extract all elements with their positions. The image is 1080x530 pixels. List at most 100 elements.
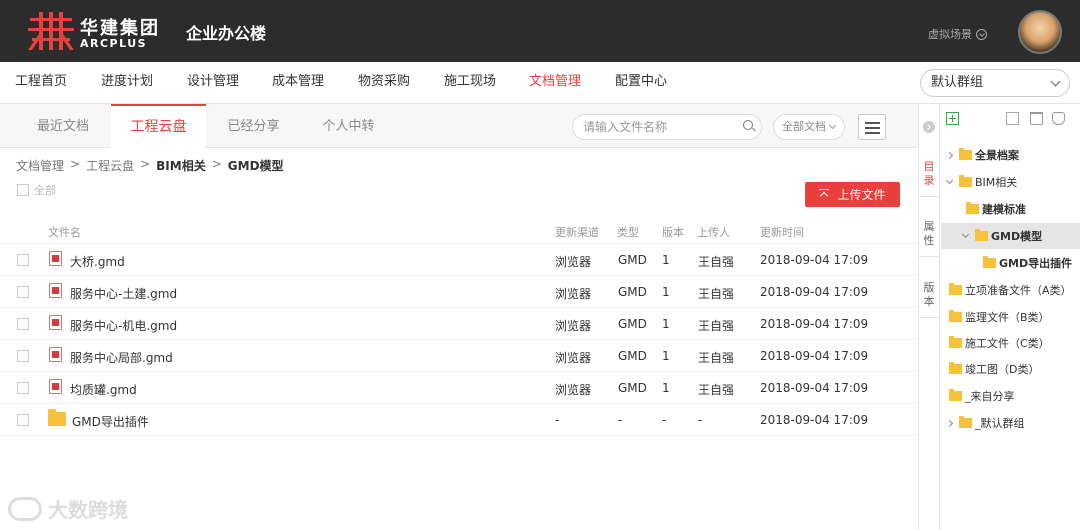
folder-icon	[949, 362, 962, 374]
file-icon	[49, 251, 62, 266]
document-filter-select[interactable]: 全部文档	[773, 114, 845, 140]
row-checkbox[interactable]	[17, 350, 29, 362]
file-icon	[49, 379, 62, 394]
breadcrumb-item[interactable]: BIM相关	[156, 157, 206, 174]
list-icon	[865, 122, 880, 124]
chevron-right-icon[interactable]	[945, 419, 954, 427]
collapse-panel-icon[interactable]	[923, 121, 935, 133]
file-type: GMD	[618, 317, 647, 331]
tab-cloud-drive[interactable]: 工程云盘	[111, 104, 206, 149]
tree-node[interactable]: 全景档案	[945, 142, 1019, 168]
folder-name[interactable]: GMD导出插件	[72, 413, 149, 430]
table-row[interactable]: 大桥.gmd 浏览器 GMD 1 王自强 2018-09-04 17:09	[0, 244, 918, 276]
file-table-header: 文件名 更新渠道 类型 版本 上传人 更新时间	[0, 216, 918, 244]
select-all[interactable]: 全部	[17, 182, 56, 198]
side-tab-directory[interactable]: 目录	[919, 152, 939, 197]
file-name[interactable]: 服务中心-机电.gmd	[70, 317, 177, 334]
nav-item-procurement[interactable]: 物资采购	[358, 62, 410, 104]
tree-node[interactable]: 竣工图（D类）	[949, 356, 1039, 382]
folder-icon	[975, 229, 988, 241]
file-version: 1	[662, 317, 670, 331]
tree-node[interactable]: BIM相关	[945, 169, 1017, 195]
row-checkbox[interactable]	[17, 382, 29, 394]
arcplus-logo-icon	[28, 12, 74, 50]
column-header-version: 版本	[662, 226, 684, 239]
update-time: 2018-09-04 17:09	[760, 285, 869, 299]
nav-item-cost[interactable]: 成本管理	[272, 62, 324, 104]
tree-node[interactable]: 监理文件（B类）	[949, 304, 1050, 330]
nav-item-config[interactable]: 配置中心	[615, 62, 667, 104]
main-nav: 工程首页 进度计划 设计管理 成本管理 物资采购 施工现场 文档管理 配置中心	[0, 62, 1080, 104]
uploader: 王自强	[698, 383, 735, 397]
tree-node-label: _来自分享	[965, 390, 1015, 403]
file-icon	[49, 347, 62, 362]
table-row[interactable]: GMD导出插件 - - - - 2018-09-04 17:09	[0, 404, 918, 436]
add-folder-icon[interactable]	[946, 112, 959, 125]
tree-node-label: 全景档案	[975, 149, 1019, 162]
search-icon[interactable]	[743, 120, 753, 130]
folder-icon	[966, 202, 979, 214]
row-checkbox[interactable]	[17, 254, 29, 266]
file-type: GMD	[618, 253, 647, 267]
user-avatar[interactable]	[1018, 10, 1062, 54]
tree-node[interactable]: _默认群组	[945, 410, 1025, 436]
permission-shield-icon[interactable]	[1052, 112, 1065, 125]
group-select[interactable]: 默认群组	[920, 69, 1070, 97]
tree-node-label: 竣工图（D类）	[965, 363, 1040, 376]
update-channel: 浏览器	[555, 287, 592, 301]
breadcrumb-item[interactable]: 工程云盘	[86, 157, 134, 174]
tree-node[interactable]: 建模标准	[966, 196, 1026, 222]
folder-icon	[959, 416, 972, 428]
uploader: 王自强	[698, 287, 735, 301]
chevron-right-icon[interactable]	[945, 151, 954, 159]
folder-icon	[949, 389, 962, 401]
brand-name-en: ARCPLUS	[80, 37, 148, 50]
edit-icon[interactable]	[1006, 112, 1019, 125]
top-bar: 华建集团 ARCPLUS 企业办公楼 虚拟场景	[0, 0, 1080, 62]
upload-file-button[interactable]: 上传文件	[805, 182, 900, 207]
tree-node[interactable]: 立项准备文件（A类）	[949, 277, 1072, 303]
tree-node[interactable]: 施工文件（C类）	[949, 330, 1050, 356]
chevron-down-icon[interactable]	[945, 176, 954, 185]
file-search-input[interactable]	[572, 114, 762, 140]
row-checkbox[interactable]	[17, 318, 29, 330]
nav-item-schedule[interactable]: 进度计划	[101, 62, 153, 104]
file-version: 1	[662, 349, 670, 363]
breadcrumb-item[interactable]: 文档管理	[16, 157, 64, 174]
nav-item-documents[interactable]: 文档管理	[529, 62, 581, 104]
tree-node[interactable]: _来自分享	[949, 383, 1015, 409]
tab-recent[interactable]: 最近文档	[15, 104, 111, 148]
file-type: GMD	[618, 285, 647, 299]
file-version: 1	[662, 253, 670, 267]
uploader: 王自强	[698, 351, 735, 365]
table-row[interactable]: 服务中心局部.gmd 浏览器 GMD 1 王自强 2018-09-04 17:0…	[0, 340, 918, 372]
row-checkbox[interactable]	[17, 414, 29, 426]
tab-shared[interactable]: 已经分享	[206, 104, 301, 148]
file-name[interactable]: 均质罐.gmd	[70, 381, 137, 398]
select-all-checkbox[interactable]	[17, 184, 29, 196]
list-view-button[interactable]	[858, 114, 886, 140]
file-icon	[49, 283, 62, 298]
nav-item-site[interactable]: 施工现场	[444, 62, 496, 104]
file-name[interactable]: 大桥.gmd	[70, 253, 125, 270]
chevron-down-icon[interactable]	[961, 230, 970, 239]
file-name[interactable]: 服务中心局部.gmd	[70, 349, 173, 366]
tab-personal-transfer[interactable]: 个人中转	[301, 104, 396, 148]
file-type: -	[618, 413, 623, 427]
virtual-scene-toggle[interactable]: 虚拟场景	[928, 26, 987, 42]
table-row[interactable]: 均质罐.gmd 浏览器 GMD 1 王自强 2018-09-04 17:09	[0, 372, 918, 404]
tree-node[interactable]: GMD导出插件	[983, 250, 1072, 276]
nav-item-design[interactable]: 设计管理	[187, 62, 239, 104]
nav-item-project-home[interactable]: 工程首页	[15, 62, 67, 104]
table-row[interactable]: 服务中心-机电.gmd 浏览器 GMD 1 王自强 2018-09-04 17:…	[0, 308, 918, 340]
tree-node-label: 立项准备文件（A类）	[965, 284, 1072, 297]
select-all-label: 全部	[34, 184, 56, 197]
side-tab-versions[interactable]: 版本	[919, 273, 939, 318]
file-name[interactable]: 服务中心-土建.gmd	[70, 285, 177, 302]
trash-icon[interactable]	[1030, 112, 1043, 125]
tree-node-selected[interactable]: GMD模型	[941, 223, 1080, 249]
row-checkbox[interactable]	[17, 286, 29, 298]
table-row[interactable]: 服务中心-土建.gmd 浏览器 GMD 1 王自强 2018-09-04 17:…	[0, 276, 918, 308]
side-tab-properties[interactable]: 属性	[919, 212, 939, 257]
tree-node-label: GMD模型	[991, 230, 1043, 243]
